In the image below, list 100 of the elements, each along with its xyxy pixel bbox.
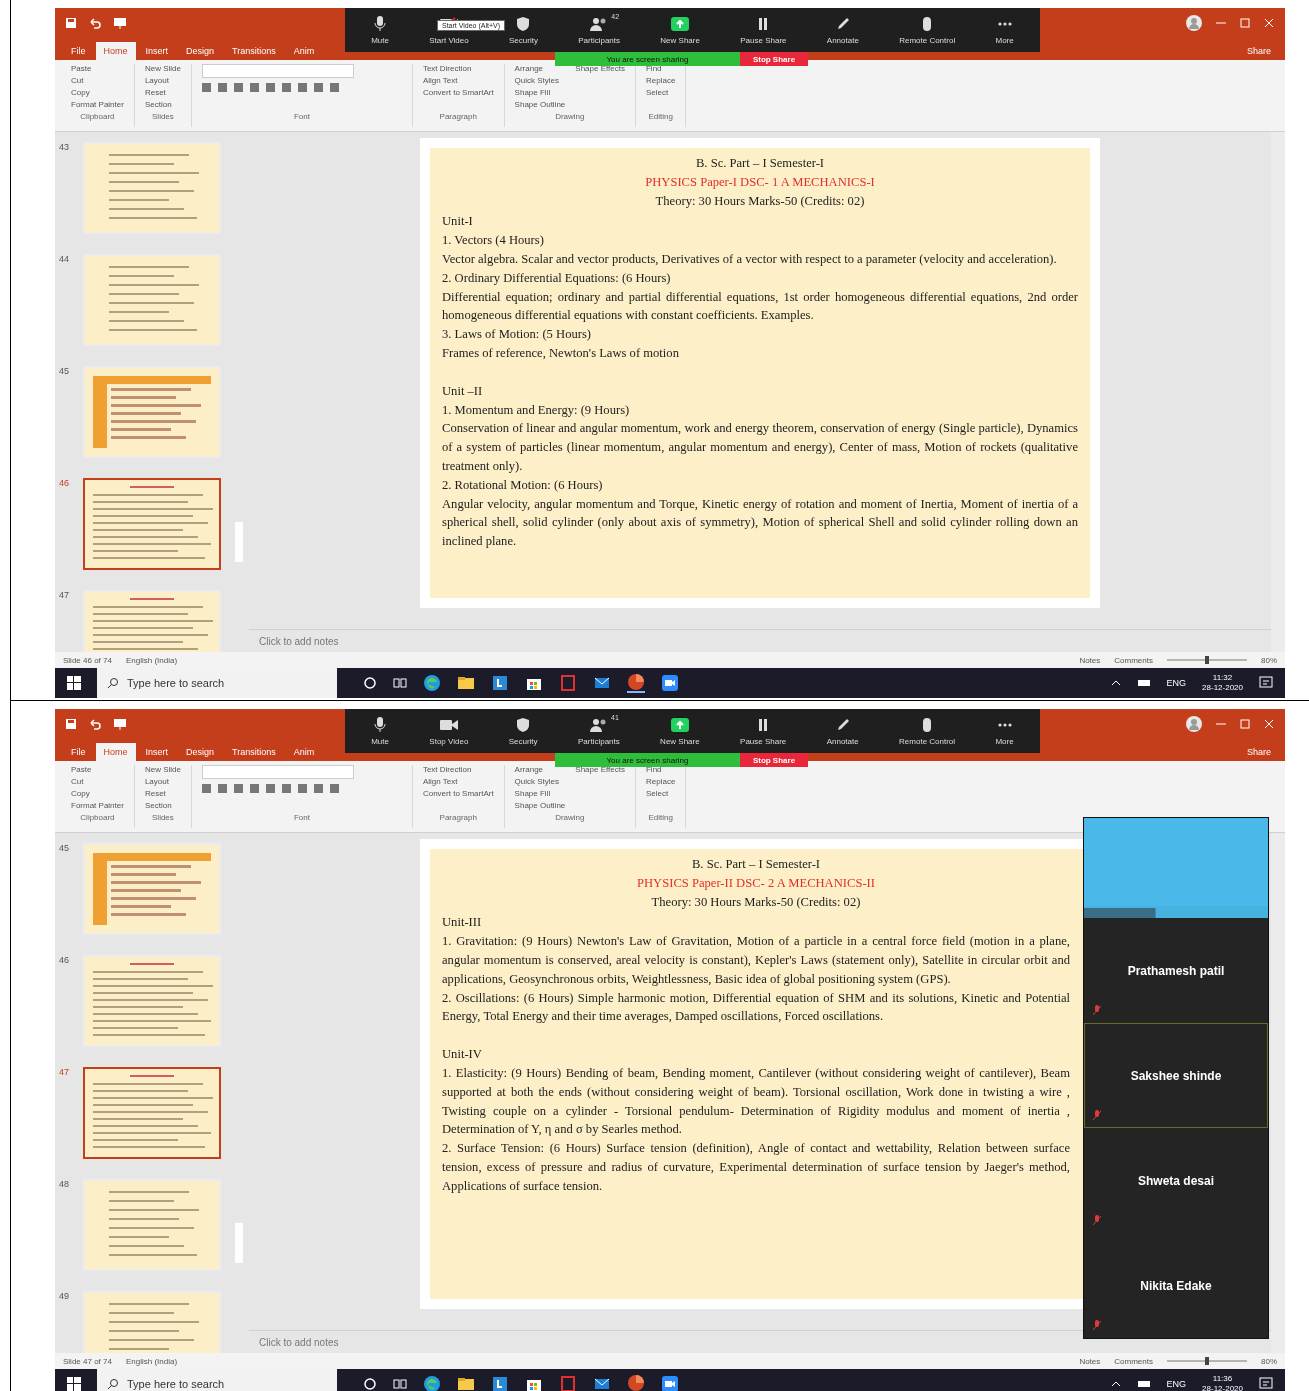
ribbon-command[interactable]: Arrange — [514, 765, 566, 774]
ribbon-command[interactable]: Replace — [646, 777, 676, 786]
ribbon-command[interactable]: Paste — [71, 64, 124, 73]
toolbar-button[interactable]: Stop Video — [425, 709, 473, 753]
cortana-icon[interactable] — [363, 676, 377, 690]
language-indicator[interactable]: English (India) — [125, 1356, 178, 1366]
toolbar-button[interactable]: Security — [504, 709, 542, 753]
notes-button[interactable]: Notes — [1079, 1356, 1101, 1366]
clock-date[interactable]: 28-12-2020 — [1202, 683, 1243, 693]
network-icon[interactable] — [1136, 1379, 1151, 1389]
ribbon-command[interactable]: Cut — [71, 76, 124, 85]
ribbon-command[interactable]: Align Text — [422, 76, 494, 85]
windows-icon[interactable] — [67, 676, 81, 690]
ribbon-command[interactable]: Cut — [71, 777, 124, 786]
clock-time[interactable]: 11:32 — [1212, 673, 1233, 683]
ribbon-command[interactable]: Reset — [144, 88, 181, 97]
participant-tile[interactable]: Prathamesh patil — [1084, 918, 1268, 1023]
close-icon[interactable] — [1263, 17, 1275, 29]
clock-time[interactable]: 11:36 — [1212, 1374, 1233, 1384]
network-icon[interactable] — [1136, 678, 1151, 688]
app-icon[interactable] — [491, 674, 509, 692]
scrollbar-thumb[interactable] — [235, 522, 243, 562]
share-button[interactable]: Share — [1240, 42, 1277, 60]
presentation-icon[interactable] — [113, 718, 127, 730]
language-indicator[interactable]: English (India) — [125, 655, 178, 665]
ribbon-command[interactable]: Quick Styles — [514, 76, 566, 85]
notes-placeholder[interactable]: Click to add notes — [259, 1336, 339, 1348]
powerpoint-icon[interactable] — [627, 673, 645, 693]
ribbon-command[interactable]: New Slide — [144, 765, 181, 774]
toolbar-button[interactable]: More — [991, 8, 1018, 52]
ribbon-command[interactable]: Select — [646, 789, 676, 798]
close-icon[interactable] — [1263, 718, 1275, 730]
slider-thumb[interactable] — [1205, 1357, 1209, 1365]
toolbar-button[interactable]: Annotate — [822, 709, 863, 753]
task-view-icon[interactable] — [393, 1377, 407, 1391]
font-field[interactable] — [201, 765, 354, 779]
ribbon-tab[interactable]: File — [63, 743, 94, 761]
ribbon-command[interactable]: Align Text — [422, 777, 494, 786]
restore-icon[interactable] — [1239, 718, 1251, 730]
zoom-level[interactable]: 80% — [1261, 655, 1277, 665]
ribbon-command[interactable]: Shape Effects — [575, 64, 625, 73]
ribbon-command[interactable]: Shape Effects — [575, 765, 625, 774]
undo-icon[interactable] — [89, 718, 101, 730]
ribbon-command[interactable]: Layout — [144, 777, 181, 786]
ribbon-command[interactable]: Text Direction — [422, 765, 494, 774]
scrollbar[interactable] — [1271, 833, 1285, 1353]
chevron-up-icon[interactable] — [1110, 1380, 1121, 1388]
search-field[interactable]: Type here to search — [97, 668, 337, 698]
zoom-level[interactable]: 80% — [1261, 1356, 1277, 1366]
toolbar-button[interactable]: Mute — [367, 8, 393, 52]
participant-tile[interactable]: Sakshee shinde — [1084, 1023, 1268, 1128]
ribbon-command[interactable]: Format Painter — [71, 100, 124, 109]
participant-tile[interactable]: Nikita Edake — [1084, 1233, 1268, 1338]
toolbar-button[interactable]: Pause Share — [736, 8, 791, 52]
ribbon-command[interactable]: Text Direction — [422, 64, 494, 73]
restore-icon[interactable] — [1239, 17, 1251, 29]
ribbon-command[interactable]: Section — [144, 801, 181, 810]
language-indicator[interactable]: ENG — [1166, 1379, 1187, 1389]
language-indicator[interactable]: ENG — [1166, 678, 1187, 688]
undo-icon[interactable] — [89, 17, 101, 29]
notification-icon[interactable] — [1259, 676, 1273, 690]
ribbon-command[interactable]: Copy — [71, 789, 124, 798]
video-call-icon[interactable] — [661, 674, 679, 692]
toolbar-button[interactable]: Remote Control — [895, 709, 960, 753]
toolbar-button[interactable]: New Share — [656, 709, 704, 753]
toolbar-button[interactable]: Pause Share — [736, 709, 791, 753]
ribbon-command[interactable]: Quick Styles — [514, 777, 566, 786]
folder-icon[interactable] — [457, 674, 475, 692]
ribbon-command[interactable]: Find — [646, 64, 676, 73]
scrollbar-thumb[interactable] — [235, 1223, 243, 1263]
powerpoint-icon[interactable] — [627, 1374, 645, 1391]
ribbon-command[interactable]: Format Painter — [71, 801, 124, 810]
cortana-icon[interactable] — [363, 1377, 377, 1391]
windows-icon[interactable] — [67, 1377, 81, 1391]
ribbon-command[interactable]: Convert to SmartArt — [422, 789, 494, 798]
ribbon-tab[interactable]: Design — [178, 743, 223, 761]
ribbon-command[interactable]: Reset — [144, 789, 181, 798]
app-icon[interactable] — [491, 1375, 509, 1391]
share-button[interactable]: Share — [1240, 743, 1277, 761]
ribbon-command[interactable]: Find — [646, 765, 676, 774]
ribbon-tab[interactable]: Home — [95, 42, 136, 60]
ribbon-command[interactable]: Copy — [71, 88, 124, 97]
ribbon-command[interactable]: Shape Outline — [514, 100, 566, 109]
ribbon-tab[interactable]: Anim — [285, 743, 323, 761]
search-field[interactable]: Type here to search — [97, 1369, 337, 1391]
slider-thumb[interactable] — [1205, 656, 1209, 664]
comments-button[interactable]: Comments — [1114, 1356, 1153, 1366]
ribbon-tab[interactable]: Home — [95, 743, 136, 761]
notes-button[interactable]: Notes — [1079, 655, 1101, 665]
chevron-up-icon[interactable] — [1110, 679, 1121, 687]
zoom-slider[interactable] — [1167, 655, 1247, 665]
ribbon-command[interactable]: Shape Fill — [514, 88, 566, 97]
ribbon-tab[interactable]: Anim — [285, 42, 323, 60]
toolbar-button[interactable]: Mute — [367, 709, 393, 753]
browser-icon[interactable] — [423, 674, 441, 692]
folder-icon[interactable] — [457, 1375, 475, 1391]
ribbon-tab[interactable]: Insert — [137, 743, 177, 761]
slide-thumbnail[interactable] — [83, 1067, 221, 1159]
ribbon-command[interactable]: Shape Fill — [514, 789, 566, 798]
toolbar-button[interactable]: Security — [505, 8, 542, 52]
